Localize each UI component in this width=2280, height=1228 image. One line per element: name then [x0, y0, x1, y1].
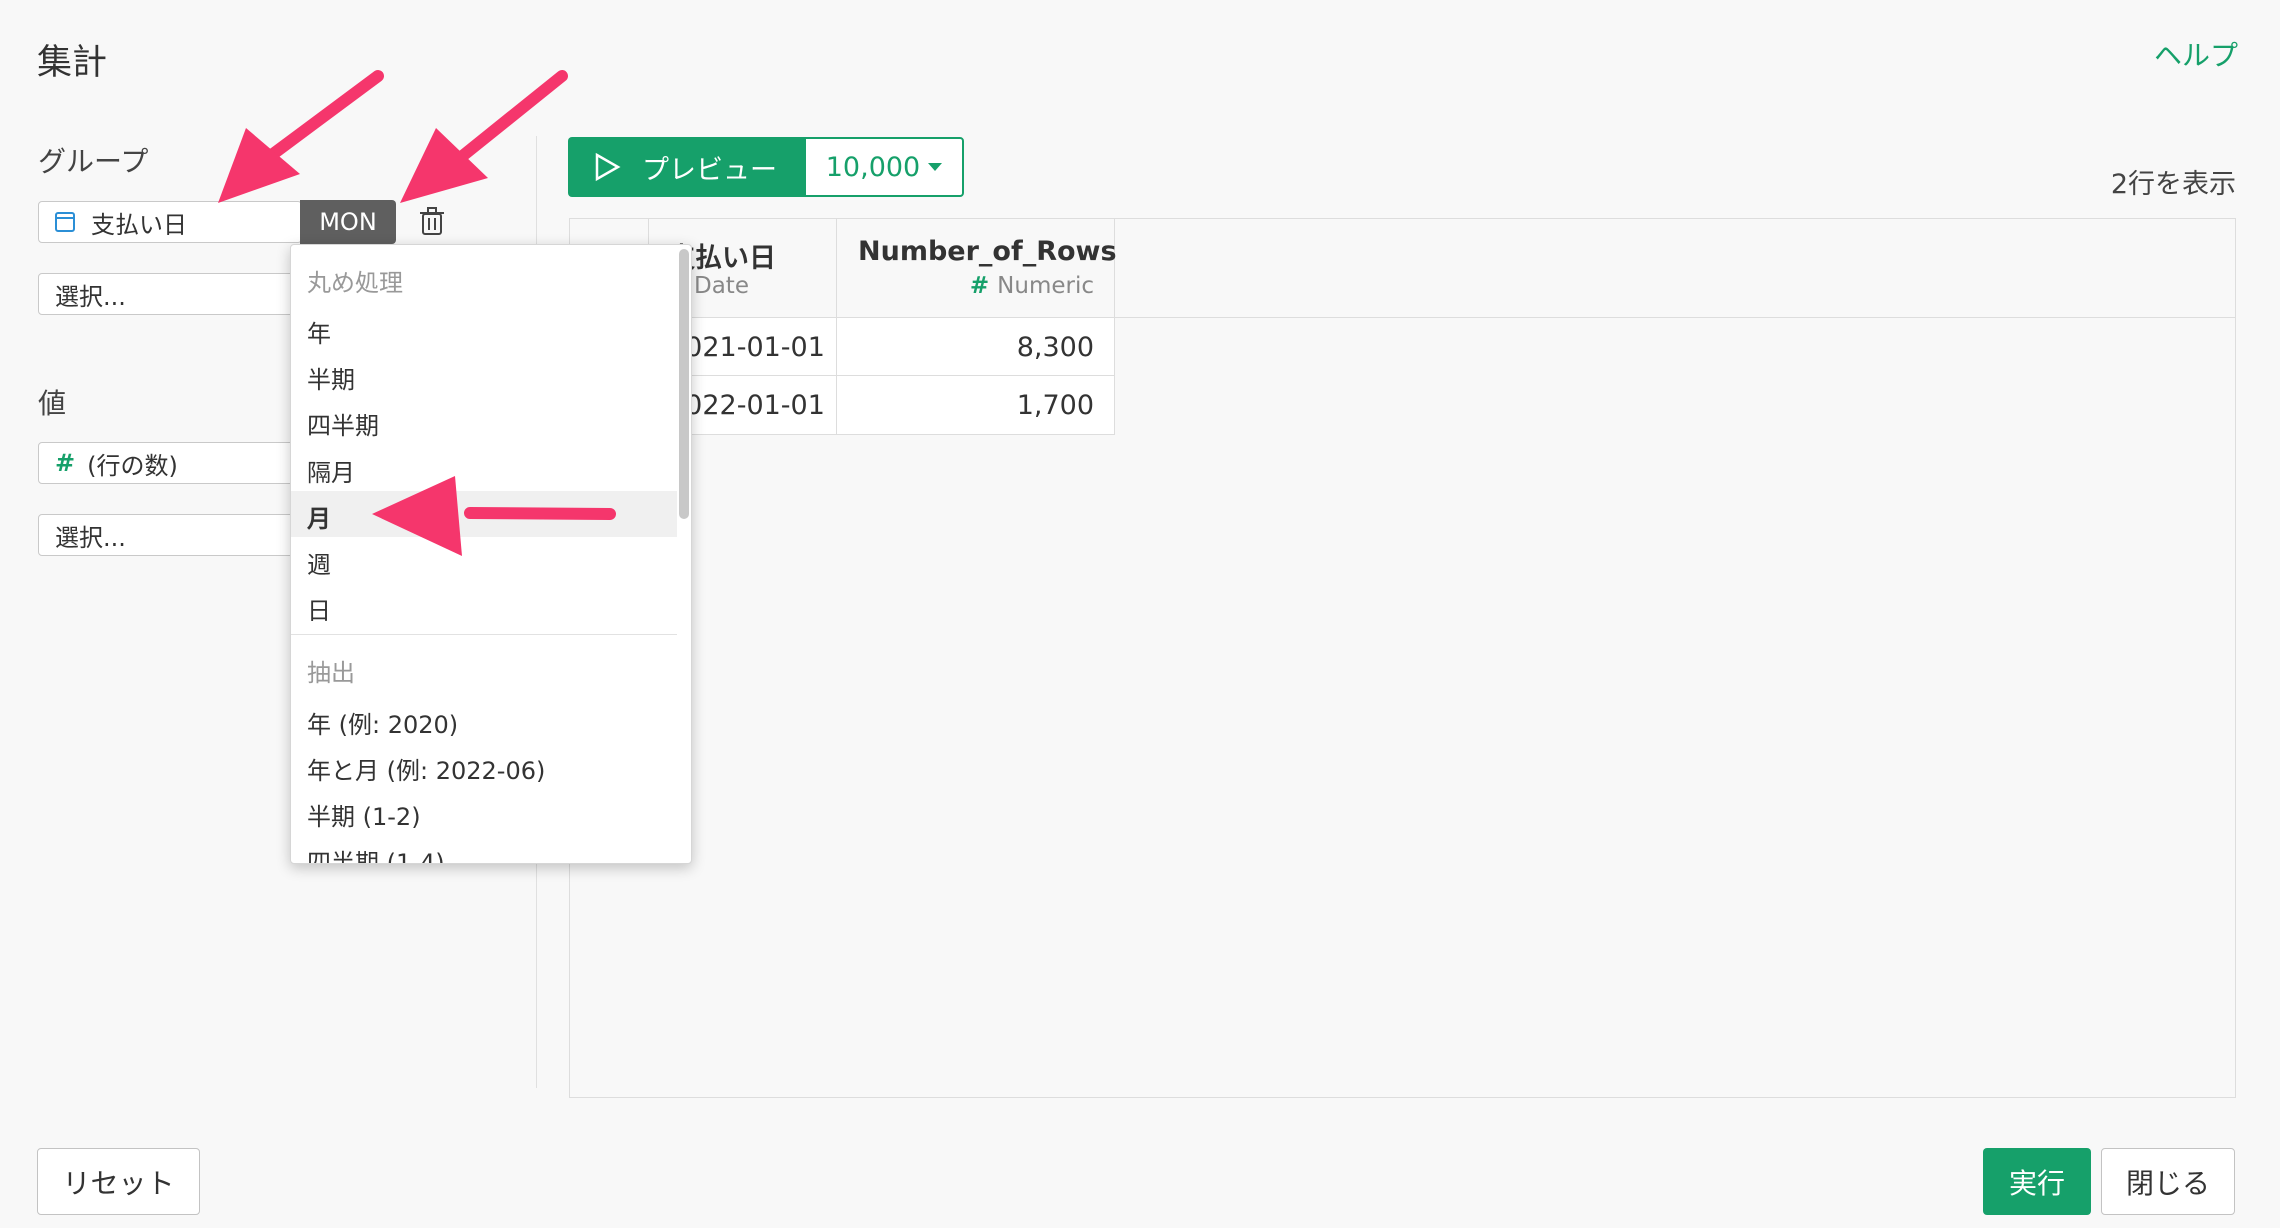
reset-button[interactable]: リセット: [37, 1148, 200, 1215]
close-button[interactable]: 閉じる: [2101, 1148, 2235, 1215]
run-button[interactable]: 実行: [1983, 1148, 2091, 1215]
annotation-arrow-badge: [400, 70, 568, 203]
annotation-arrow-month: [372, 476, 616, 556]
annotation-arrow-field: [218, 70, 384, 203]
annotation-arrows: [218, 70, 616, 556]
